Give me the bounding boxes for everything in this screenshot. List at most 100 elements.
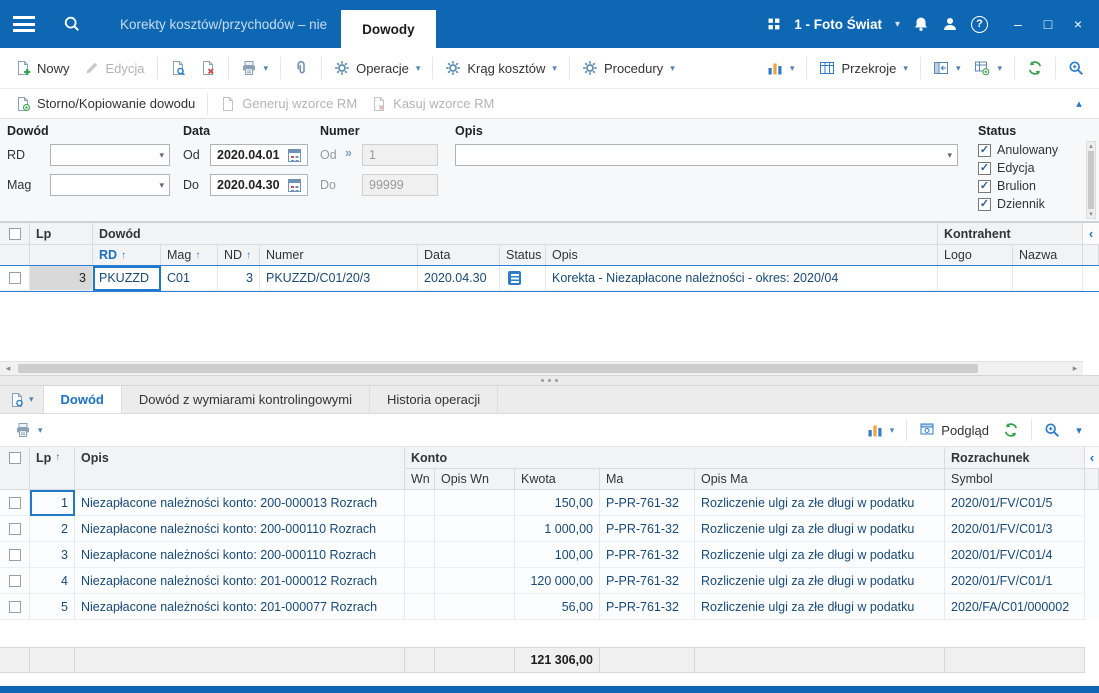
- link-range-icon[interactable]: »: [345, 146, 352, 160]
- column-header-opis[interactable]: Opis: [546, 245, 938, 266]
- cell-wn[interactable]: [405, 516, 435, 542]
- cell-opis[interactable]: Niezapłacone należności konto: 201-00001…: [75, 568, 405, 594]
- cell-lp[interactable]: 2: [30, 516, 75, 542]
- cell-ma[interactable]: P-PR-761-32: [600, 594, 695, 620]
- cell-ma[interactable]: P-PR-761-32: [600, 568, 695, 594]
- status-checkbox-brulion[interactable]: ✓ Brulion: [978, 179, 1036, 193]
- detail-refresh-button[interactable]: [996, 418, 1026, 442]
- maximize-button[interactable]: □: [1035, 11, 1061, 37]
- column-header-opis-wn[interactable]: Opis Wn: [435, 469, 515, 490]
- refresh-button[interactable]: [1020, 56, 1050, 80]
- row-checkbox[interactable]: [8, 496, 21, 509]
- entry-row[interactable]: 1 Niezapłacone należności konto: 200-000…: [0, 490, 1099, 516]
- generate-rm-button[interactable]: Generuj wzorce RM: [213, 92, 364, 116]
- cell-kwota[interactable]: 1 000,00: [515, 516, 600, 542]
- calendar-icon[interactable]: [288, 178, 301, 192]
- cell-wn[interactable]: [405, 568, 435, 594]
- documents-grid-hscrollbar[interactable]: ◂ ▸: [0, 361, 1083, 375]
- collapse-filter-panel-button[interactable]: ▴: [1067, 97, 1091, 110]
- column-header-data[interactable]: Data: [418, 245, 500, 266]
- global-search-button[interactable]: [48, 0, 96, 48]
- detail-chart-button[interactable]: ▾: [860, 418, 902, 442]
- select-all-cell[interactable]: [0, 223, 30, 245]
- scroll-left-icon[interactable]: ◂: [0, 363, 16, 374]
- row-checkbox[interactable]: [8, 548, 21, 561]
- column-header-opis[interactable]: Opis: [75, 447, 405, 469]
- row-select-cell[interactable]: [0, 516, 30, 542]
- minimize-button[interactable]: –: [1005, 11, 1031, 37]
- number-from-input[interactable]: 1: [362, 144, 438, 166]
- opis-filter-select[interactable]: ▾: [455, 144, 958, 166]
- cost-circle-menu-button[interactable]: Krąg kosztów ▾: [438, 56, 564, 80]
- row-select-cell[interactable]: [0, 594, 30, 620]
- cell-numer[interactable]: PKUZZD/C01/20/3: [260, 266, 418, 291]
- detail-tab-dowod[interactable]: Dowód: [43, 386, 122, 413]
- cell-kwota[interactable]: 56,00: [515, 594, 600, 620]
- cell-opis-ma[interactable]: Rozliczenie ulgi za złe długi w podatku: [695, 490, 945, 516]
- attachments-button[interactable]: [286, 56, 316, 80]
- calendar-icon[interactable]: [288, 148, 301, 162]
- cell-mag[interactable]: C01: [161, 266, 218, 291]
- cell-opis-wn[interactable]: [435, 542, 515, 568]
- number-to-input[interactable]: 99999: [362, 174, 438, 196]
- cell-ma[interactable]: P-PR-761-32: [600, 490, 695, 516]
- column-header-rd[interactable]: RD ↑: [93, 245, 161, 266]
- mag-filter-select[interactable]: ▾: [50, 174, 170, 196]
- column-header-nazwa[interactable]: Nazwa: [1013, 245, 1083, 266]
- panel-splitter[interactable]: [0, 375, 1099, 386]
- dock-panel-button[interactable]: ▾: [926, 56, 968, 80]
- scroll-down-icon[interactable]: ▾: [1089, 210, 1093, 218]
- cell-wn[interactable]: [405, 490, 435, 516]
- cell-opis[interactable]: Niezapłacone należności konto: 200-00011…: [75, 516, 405, 542]
- cell-ma[interactable]: P-PR-761-32: [600, 516, 695, 542]
- entry-row[interactable]: 3 Niezapłacone należności konto: 200-000…: [0, 542, 1099, 568]
- column-header-status[interactable]: Status: [500, 245, 546, 266]
- detail-tab-historia[interactable]: Historia operacji: [370, 386, 499, 413]
- cell-wn[interactable]: [405, 594, 435, 620]
- row-select-cell[interactable]: [0, 568, 30, 594]
- status-checkbox-edycja[interactable]: ✓ Edycja: [978, 161, 1035, 175]
- cell-opis-ma[interactable]: Rozliczenie ulgi za złe długi w podatku: [695, 594, 945, 620]
- row-checkbox[interactable]: [8, 574, 21, 587]
- cell-kwota[interactable]: 120 000,00: [515, 568, 600, 594]
- column-header-numer[interactable]: Numer: [260, 245, 418, 266]
- open-preview-button[interactable]: [163, 56, 193, 80]
- cell-lp[interactable]: 3: [30, 266, 93, 291]
- column-header-lp[interactable]: Lp: [30, 223, 93, 245]
- detail-search-button[interactable]: [1037, 418, 1067, 442]
- group-header-konto[interactable]: Konto: [405, 447, 945, 469]
- column-header-wn[interactable]: Wn: [405, 469, 435, 490]
- main-menu-button[interactable]: [0, 0, 48, 48]
- help-icon[interactable]: ?: [971, 15, 988, 33]
- quick-search-button[interactable]: [1061, 56, 1091, 80]
- column-chooser-collapse[interactable]: ‹: [1083, 223, 1099, 245]
- company-selector[interactable]: 1 - Foto Świat: [794, 17, 882, 32]
- procedures-menu-button[interactable]: Procedury ▾: [575, 56, 682, 80]
- cell-opis-ma[interactable]: Rozliczenie ulgi za złe długi w podatku: [695, 516, 945, 542]
- cell-symbol[interactable]: 2020/01/FV/C01/5: [945, 490, 1085, 516]
- chart-view-button[interactable]: ▾: [760, 56, 802, 80]
- column-header-mag[interactable]: Mag ↑: [161, 245, 218, 266]
- tab-korekty-kosztow[interactable]: Korekty kosztów/przychodów – nie: [106, 0, 341, 48]
- date-to-input[interactable]: 2020.04.30: [210, 174, 308, 196]
- cell-wn[interactable]: [405, 542, 435, 568]
- cell-nazwa[interactable]: [1013, 266, 1083, 291]
- cell-symbol[interactable]: 2020/FA/C01/000002: [945, 594, 1085, 620]
- close-button[interactable]: ×: [1065, 11, 1091, 37]
- cell-kwota[interactable]: 100,00: [515, 542, 600, 568]
- row-checkbox[interactable]: [8, 600, 21, 613]
- cell-opis-wn[interactable]: [435, 490, 515, 516]
- date-from-input[interactable]: 2020.04.01: [210, 144, 308, 166]
- cell-kwota[interactable]: 150,00: [515, 490, 600, 516]
- cell-opis-ma[interactable]: Rozliczenie ulgi za złe długi w podatku: [695, 568, 945, 594]
- scroll-right-icon[interactable]: ▸: [1067, 363, 1083, 374]
- cell-symbol[interactable]: 2020/01/FV/C01/3: [945, 516, 1085, 542]
- column-header-symbol[interactable]: Symbol: [945, 469, 1085, 490]
- entry-row[interactable]: 2 Niezapłacone należności konto: 200-000…: [0, 516, 1099, 542]
- column-header-opis-ma[interactable]: Opis Ma: [695, 469, 945, 490]
- cell-opis-ma[interactable]: Rozliczenie ulgi za złe długi w podatku: [695, 542, 945, 568]
- group-header-rozrachunek[interactable]: Rozrachunek: [945, 447, 1085, 469]
- cell-symbol[interactable]: 2020/01/FV/C01/4: [945, 542, 1085, 568]
- cell-opis[interactable]: Niezapłacone należności konto: 201-00007…: [75, 594, 405, 620]
- edit-button[interactable]: Edycja: [77, 56, 152, 80]
